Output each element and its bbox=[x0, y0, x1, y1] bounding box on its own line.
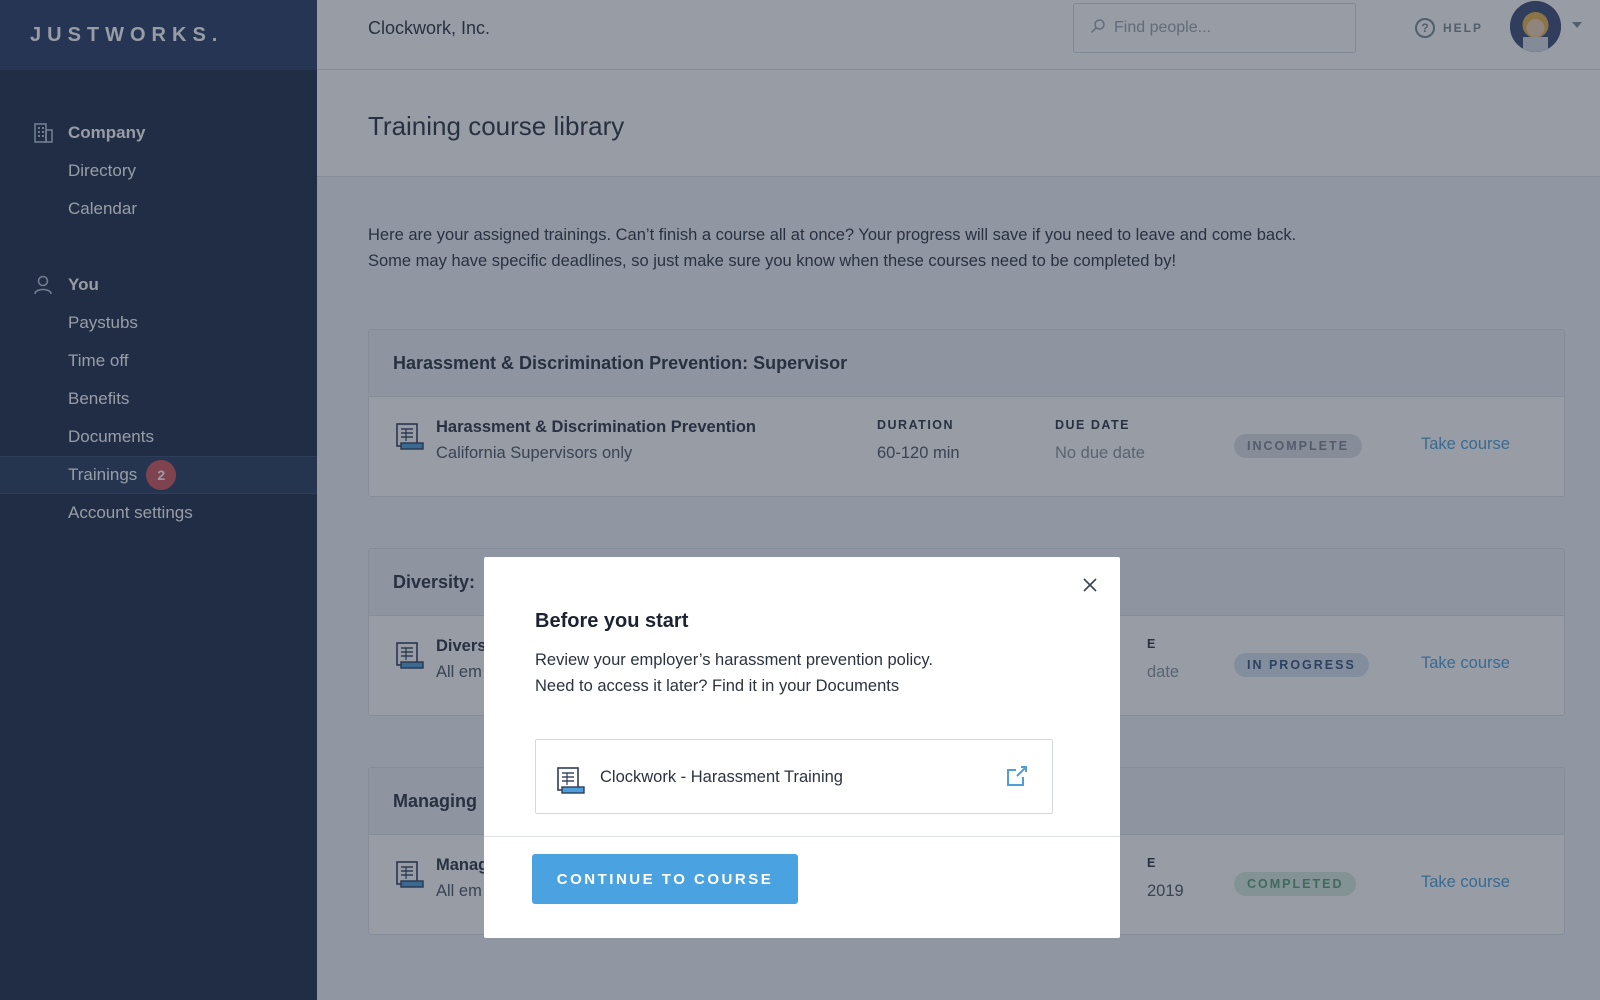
modal-divider bbox=[484, 836, 1120, 837]
modal-line: Review your employer’s harassment preven… bbox=[535, 651, 934, 669]
modal-description: Review your employer’s harassment preven… bbox=[535, 647, 933, 699]
scroll-document-icon bbox=[554, 765, 586, 800]
modal-title: Before you start bbox=[535, 610, 689, 632]
continue-to-course-button[interactable]: CONTINUE TO COURSE bbox=[532, 854, 798, 904]
external-link-icon[interactable] bbox=[1006, 765, 1028, 792]
document-name: Clockwork - Harassment Training bbox=[600, 768, 843, 786]
policy-document-link[interactable]: Clockwork - Harassment Training bbox=[535, 739, 1053, 814]
modal-line: Need to access it later? Find it in your… bbox=[535, 677, 900, 695]
close-icon[interactable] bbox=[1080, 575, 1100, 595]
before-you-start-modal: Before you start Review your employer’s … bbox=[484, 557, 1120, 938]
